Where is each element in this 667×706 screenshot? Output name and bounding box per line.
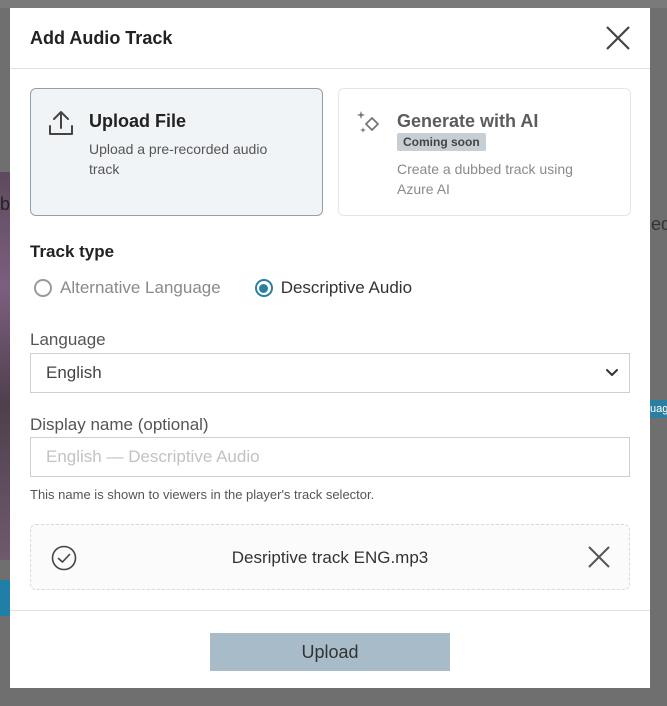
background-right-text: ed	[651, 214, 667, 234]
dialog-header: Add Audio Track	[10, 8, 650, 69]
chevron-down-icon	[606, 369, 618, 376]
close-icon	[588, 546, 610, 568]
upload-file-title: Upload File	[89, 111, 187, 131]
generate-ai-title: Generate with AI	[397, 111, 539, 131]
radio-button-unchecked	[34, 279, 52, 297]
radio-label: Descriptive Audio	[280, 278, 413, 297]
display-name-help-text: This name is shown to viewers in the pla…	[30, 487, 375, 502]
close-icon	[606, 26, 630, 50]
radio-button-checked	[254, 279, 273, 297]
upload-file-description: Upload a pre-recorded audio track	[89, 141, 268, 177]
upload-icon	[47, 109, 75, 142]
coming-soon-badge: Coming soon	[397, 133, 486, 151]
add-audio-track-dialog: Add Audio Track Upload File Upload a pre…	[10, 8, 650, 688]
generate-ai-description: Create a dubbed track using Azure AI	[397, 161, 573, 197]
language-label: Language	[30, 330, 106, 349]
background-right-badge: uag	[650, 400, 667, 418]
remove-file-button[interactable]	[587, 545, 611, 574]
display-name-input[interactable]	[30, 437, 630, 477]
track-type-label: Track type	[30, 242, 115, 261]
close-button[interactable]	[604, 24, 632, 52]
upload-button[interactable]: Upload	[210, 633, 450, 671]
sparkle-icon	[355, 109, 383, 142]
language-select[interactable]: English	[30, 353, 630, 393]
track-type-radio-group: Alternative Language Descriptive Audio	[34, 278, 446, 298]
selected-file: Desriptive track ENG.mp3	[30, 524, 630, 590]
source-options: Upload File Upload a pre-recorded audio …	[30, 88, 631, 216]
background-top	[0, 0, 667, 8]
radio-descriptive-audio[interactable]: Descriptive Audio	[254, 278, 413, 298]
background-blue-bar	[0, 580, 10, 616]
background-left-text: b	[0, 194, 10, 214]
radio-label: Alternative Language	[60, 278, 221, 297]
language-selected-value: English	[46, 363, 102, 382]
upload-file-card[interactable]: Upload File Upload a pre-recorded audio …	[30, 88, 323, 216]
dialog-title: Add Audio Track	[30, 27, 173, 48]
generate-ai-card: Generate with AI Coming soon Create a du…	[338, 88, 631, 216]
radio-alternative-language[interactable]: Alternative Language	[34, 278, 221, 298]
file-name: Desriptive track ENG.mp3	[231, 548, 429, 567]
dialog-footer: Upload	[10, 610, 650, 689]
background-thumbnail	[0, 172, 10, 560]
display-name-label: Display name (optional)	[30, 415, 209, 434]
